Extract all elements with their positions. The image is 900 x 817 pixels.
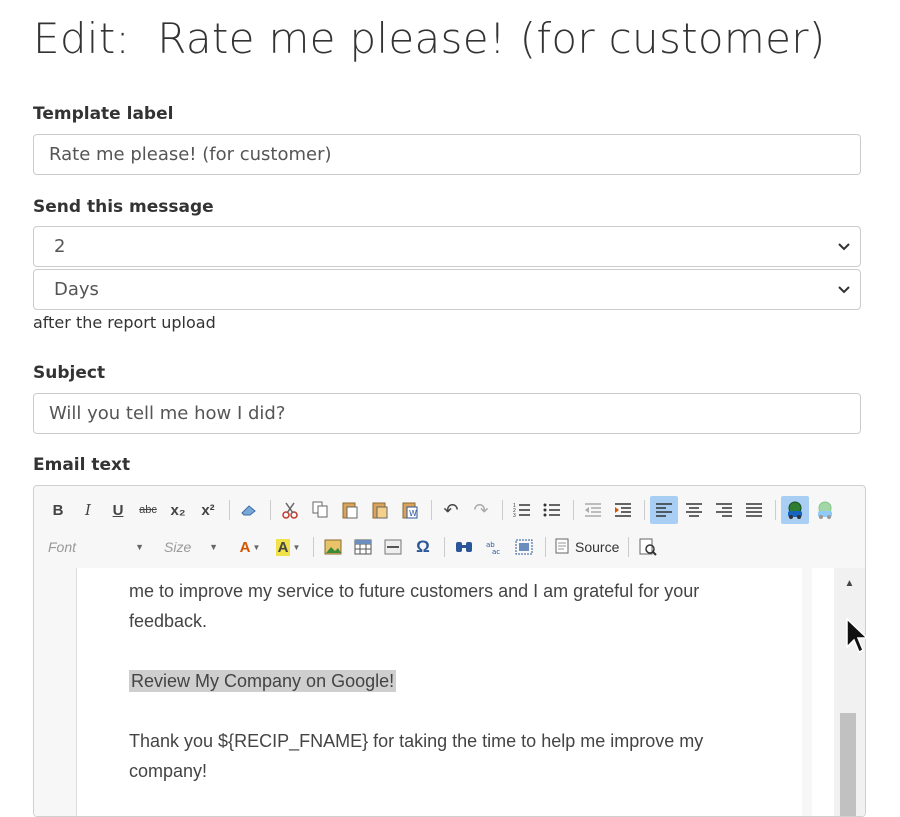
bg-color-icon: A [275,538,291,556]
unlink-icon[interactable] [811,496,839,524]
send-message-label: Send this message [33,197,214,217]
size-combo-label: Size [164,539,192,555]
chevron-down-icon: ▼ [209,542,218,552]
toolbar-separator [431,500,432,520]
chevron-down-icon [838,239,850,255]
send-amount-value: 2 [54,236,66,257]
size-combo[interactable]: Size ▼ [160,534,222,560]
scroll-up-arrow-icon[interactable]: ▲ [834,568,865,598]
toolbar-separator [444,537,445,557]
send-amount-select[interactable]: 2 [33,226,861,267]
editor-scrollbar[interactable]: ▲ [834,568,865,816]
bulleted-list-icon[interactable] [538,496,566,524]
replace-icon[interactable]: ab ac [480,533,508,561]
source-label: Source [575,539,620,555]
undo-button[interactable]: ↶ [437,496,465,524]
toolbar-separator [644,500,645,520]
remove-format-icon[interactable] [235,496,263,524]
editor-link-paragraph: Review My Company on Google! [129,666,779,696]
editor-gutter-left [34,568,76,816]
source-icon [555,538,569,557]
paste-icon[interactable] [336,496,364,524]
template-label-label: Template label [33,104,174,124]
subject-input[interactable] [33,393,861,434]
paste-text-icon[interactable] [366,496,394,524]
review-link[interactable]: Review My Company on Google! [129,670,397,692]
editor-document[interactable]: me to improve my service to future custo… [76,568,803,816]
numbered-list-icon[interactable]: 123 [508,496,536,524]
toolbar-separator [545,537,546,557]
strikethrough-button[interactable]: abc [134,496,162,524]
link-icon[interactable] [781,496,809,524]
align-right-icon[interactable] [710,496,738,524]
mouse-pointer-icon [845,617,869,660]
editor-gutter-right [802,568,812,816]
image-icon[interactable] [319,533,347,561]
toolbar-row-1: B I U abc x₂ x² W ↶ ↷ 123 [44,495,841,525]
preview-icon[interactable] [634,533,662,561]
superscript-button[interactable]: x² [194,496,222,524]
italic-button[interactable]: I [74,496,102,524]
toolbar-separator [573,500,574,520]
text-color-icon: A [239,538,251,556]
subscript-button[interactable]: x₂ [164,496,192,524]
redo-button[interactable]: ↷ [467,496,495,524]
underline-button[interactable]: U [104,496,132,524]
paste-word-icon[interactable]: W [396,496,424,524]
toolbar-row-2: Font ▼ Size ▼ A ▼ A ▼ Ω ab ac Source [44,532,664,562]
editor-paragraph: Thank you ${RECIP_FNAME} for taking the … [129,731,704,781]
select-all-icon[interactable] [510,533,538,561]
svg-text:W: W [409,509,417,518]
toolbar-separator [775,500,776,520]
page-title: Edit: Rate me please! (for customer) [33,14,826,63]
font-combo-label: Font [48,539,77,555]
table-icon[interactable] [349,533,377,561]
editor-content-area[interactable]: me to improve my service to future custo… [34,568,865,816]
editor-paragraph: me to improve my service to future custo… [129,581,700,631]
indent-icon[interactable] [609,496,637,524]
bg-color-button[interactable]: A ▼ [270,533,306,561]
rich-text-editor: B I U abc x₂ x² W ↶ ↷ 123 Font ▼ Size ▼ … [33,485,866,817]
scrollbar-thumb[interactable] [840,713,856,816]
toolbar-separator [229,500,230,520]
text-color-button[interactable]: A ▼ [232,533,268,561]
horizontal-rule-icon[interactable] [379,533,407,561]
chevron-down-icon [838,282,850,298]
source-button[interactable]: Source [551,534,623,560]
outdent-icon[interactable] [579,496,607,524]
send-unit-select[interactable]: Days [33,269,861,310]
font-combo[interactable]: Font ▼ [44,534,148,560]
toolbar-separator [270,500,271,520]
align-justify-icon[interactable] [740,496,768,524]
special-char-button[interactable]: Ω [409,533,437,561]
bold-button[interactable]: B [44,496,72,524]
subject-label: Subject [33,363,106,383]
send-helper-text: after the report upload [33,313,216,332]
find-icon[interactable] [450,533,478,561]
template-label-input[interactable] [33,134,861,175]
align-center-icon[interactable] [680,496,708,524]
toolbar-separator [313,537,314,557]
email-text-label: Email text [33,455,131,475]
copy-icon[interactable] [306,496,334,524]
chevron-down-icon: ▼ [135,542,144,552]
toolbar-separator [628,537,630,557]
send-unit-value: Days [54,279,99,300]
cut-icon[interactable] [276,496,304,524]
svg-text:ac: ac [492,548,500,555]
align-left-icon[interactable] [650,496,678,524]
toolbar-separator [502,500,503,520]
svg-text:3: 3 [513,513,516,518]
